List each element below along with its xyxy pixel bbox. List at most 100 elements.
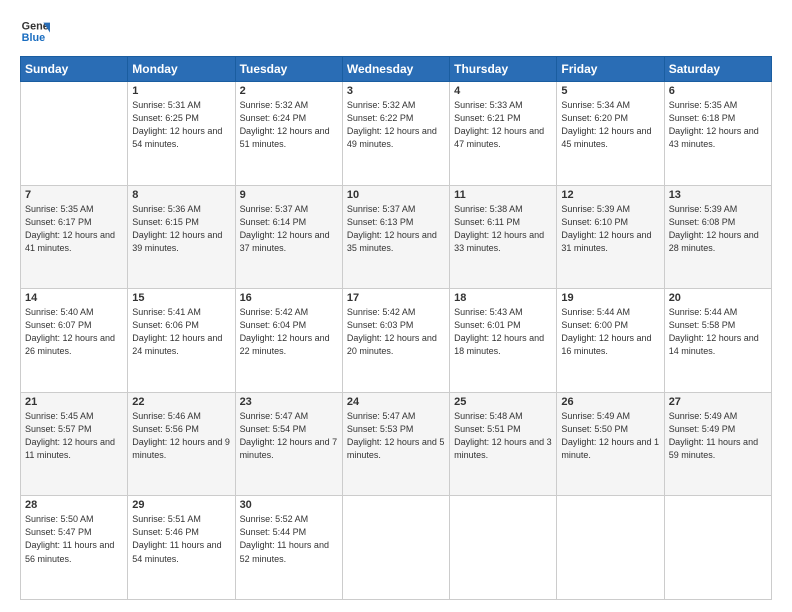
svg-text:Blue: Blue <box>22 32 45 44</box>
day-info: Sunrise: 5:49 AMSunset: 5:49 PMDaylight:… <box>669 410 767 462</box>
day-info: Sunrise: 5:33 AMSunset: 6:21 PMDaylight:… <box>454 99 552 151</box>
day-cell: 18 Sunrise: 5:43 AMSunset: 6:01 PMDayligh… <box>450 289 557 393</box>
weekday-monday: Monday <box>128 57 235 82</box>
day-cell: 7 Sunrise: 5:35 AMSunset: 6:17 PMDaylight… <box>21 185 128 289</box>
day-cell: 15Sunrise: 5:41 AMSunset: 6:06 PMDayligh… <box>128 289 235 393</box>
day-cell <box>664 496 771 600</box>
week-row-3: 14 Sunrise: 5:40 AMSunset: 6:07 PMDayligh… <box>21 289 772 393</box>
day-cell: 25Sunrise: 5:48 AMSunset: 5:51 PMDayligh… <box>450 392 557 496</box>
day-cell <box>342 496 449 600</box>
weekday-tuesday: Tuesday <box>235 57 342 82</box>
day-cell: 27Sunrise: 5:49 AMSunset: 5:49 PMDayligh… <box>664 392 771 496</box>
day-number: 11 <box>454 189 552 201</box>
day-info: Sunrise: 5:47 AMSunset: 5:54 PMDaylight:… <box>240 410 338 462</box>
day-cell: 20Sunrise: 5:44 AMSunset: 5:58 PMDayligh… <box>664 289 771 393</box>
week-row-4: 21 Sunrise: 5:45 AMSunset: 5:57 PMDayligh… <box>21 392 772 496</box>
day-number: 23 <box>240 396 338 408</box>
day-info: Sunrise: 5:48 AMSunset: 5:51 PMDaylight:… <box>454 410 552 462</box>
day-cell: 23 Sunrise: 5:47 AMSunset: 5:54 PMDayligh… <box>235 392 342 496</box>
day-info: Sunrise: 5:42 AMSunset: 6:04 PMDaylight:… <box>240 306 338 358</box>
day-number: 9 <box>240 189 338 201</box>
day-cell: 5Sunrise: 5:34 AMSunset: 6:20 PMDaylight… <box>557 82 664 186</box>
weekday-saturday: Saturday <box>664 57 771 82</box>
day-number: 24 <box>347 396 445 408</box>
day-number: 16 <box>240 292 338 304</box>
calendar-table: SundayMondayTuesdayWednesdayThursdayFrid… <box>20 56 772 600</box>
day-number: 14 <box>25 292 123 304</box>
week-row-2: 7 Sunrise: 5:35 AMSunset: 6:17 PMDaylight… <box>21 185 772 289</box>
page: General Blue SundayMondayTuesdayWednesda… <box>0 0 792 612</box>
day-info: Sunrise: 5:32 AMSunset: 6:22 PMDaylight:… <box>347 99 445 151</box>
day-number: 28 <box>25 499 123 511</box>
day-cell: 13 Sunrise: 5:39 AMSunset: 6:08 PMDayligh… <box>664 185 771 289</box>
day-number: 21 <box>25 396 123 408</box>
day-cell: 9 Sunrise: 5:37 AMSunset: 6:14 PMDaylight… <box>235 185 342 289</box>
day-number: 10 <box>347 189 445 201</box>
day-info: Sunrise: 5:37 AMSunset: 6:14 PMDaylight:… <box>240 203 338 255</box>
day-info: Sunrise: 5:45 AMSunset: 5:57 PMDaylight:… <box>25 410 123 462</box>
day-number: 12 <box>561 189 659 201</box>
weekday-sunday: Sunday <box>21 57 128 82</box>
day-cell: 11 Sunrise: 5:38 AMSunset: 6:11 PMDayligh… <box>450 185 557 289</box>
day-cell: 26 Sunrise: 5:49 AMSunset: 5:50 PMDayligh… <box>557 392 664 496</box>
day-number: 4 <box>454 85 552 97</box>
day-cell: 17 Sunrise: 5:42 AMSunset: 6:03 PMDayligh… <box>342 289 449 393</box>
day-info: Sunrise: 5:51 AMSunset: 5:46 PMDaylight:… <box>132 513 230 565</box>
day-number: 18 <box>454 292 552 304</box>
day-cell: 2 Sunrise: 5:32 AMSunset: 6:24 PMDaylight… <box>235 82 342 186</box>
day-info: Sunrise: 5:43 AMSunset: 6:01 PMDaylight:… <box>454 306 552 358</box>
day-info: Sunrise: 5:40 AMSunset: 6:07 PMDaylight:… <box>25 306 123 358</box>
day-number: 3 <box>347 85 445 97</box>
day-info: Sunrise: 5:49 AMSunset: 5:50 PMDaylight:… <box>561 410 659 462</box>
day-number: 19 <box>561 292 659 304</box>
day-info: Sunrise: 5:39 AMSunset: 6:10 PMDaylight:… <box>561 203 659 255</box>
day-info: Sunrise: 5:37 AMSunset: 6:13 PMDaylight:… <box>347 203 445 255</box>
day-info: Sunrise: 5:42 AMSunset: 6:03 PMDaylight:… <box>347 306 445 358</box>
week-row-5: 28Sunrise: 5:50 AMSunset: 5:47 PMDayligh… <box>21 496 772 600</box>
day-info: Sunrise: 5:32 AMSunset: 6:24 PMDaylight:… <box>240 99 338 151</box>
day-cell: 14 Sunrise: 5:40 AMSunset: 6:07 PMDayligh… <box>21 289 128 393</box>
day-cell: 30 Sunrise: 5:52 AMSunset: 5:44 PMDayligh… <box>235 496 342 600</box>
day-number: 22 <box>132 396 230 408</box>
day-info: Sunrise: 5:39 AMSunset: 6:08 PMDaylight:… <box>669 203 767 255</box>
day-cell: 19 Sunrise: 5:44 AMSunset: 6:00 PMDayligh… <box>557 289 664 393</box>
day-info: Sunrise: 5:34 AMSunset: 6:20 PMDaylight:… <box>561 99 659 151</box>
day-info: Sunrise: 5:35 AMSunset: 6:18 PMDaylight:… <box>669 99 767 151</box>
day-info: Sunrise: 5:47 AMSunset: 5:53 PMDaylight:… <box>347 410 445 462</box>
weekday-header-row: SundayMondayTuesdayWednesdayThursdayFrid… <box>21 57 772 82</box>
day-cell: 16 Sunrise: 5:42 AMSunset: 6:04 PMDayligh… <box>235 289 342 393</box>
day-number: 13 <box>669 189 767 201</box>
day-cell: 28Sunrise: 5:50 AMSunset: 5:47 PMDayligh… <box>21 496 128 600</box>
day-number: 29 <box>132 499 230 511</box>
header: General Blue <box>20 16 772 46</box>
day-info: Sunrise: 5:38 AMSunset: 6:11 PMDaylight:… <box>454 203 552 255</box>
day-cell: 24 Sunrise: 5:47 AMSunset: 5:53 PMDayligh… <box>342 392 449 496</box>
day-info: Sunrise: 5:52 AMSunset: 5:44 PMDaylight:… <box>240 513 338 565</box>
day-cell: 1Sunrise: 5:31 AMSunset: 6:25 PMDaylight… <box>128 82 235 186</box>
day-info: Sunrise: 5:35 AMSunset: 6:17 PMDaylight:… <box>25 203 123 255</box>
day-number: 30 <box>240 499 338 511</box>
day-info: Sunrise: 5:41 AMSunset: 6:06 PMDaylight:… <box>132 306 230 358</box>
weekday-friday: Friday <box>557 57 664 82</box>
day-number: 26 <box>561 396 659 408</box>
day-cell: 22 Sunrise: 5:46 AMSunset: 5:56 PMDayligh… <box>128 392 235 496</box>
day-number: 6 <box>669 85 767 97</box>
day-info: Sunrise: 5:36 AMSunset: 6:15 PMDaylight:… <box>132 203 230 255</box>
day-cell: 29 Sunrise: 5:51 AMSunset: 5:46 PMDayligh… <box>128 496 235 600</box>
weekday-thursday: Thursday <box>450 57 557 82</box>
logo-icon: General Blue <box>20 16 50 46</box>
day-cell: 6 Sunrise: 5:35 AMSunset: 6:18 PMDaylight… <box>664 82 771 186</box>
day-cell: 3 Sunrise: 5:32 AMSunset: 6:22 PMDaylight… <box>342 82 449 186</box>
day-number: 1 <box>132 85 230 97</box>
day-number: 2 <box>240 85 338 97</box>
day-info: Sunrise: 5:44 AMSunset: 5:58 PMDaylight:… <box>669 306 767 358</box>
day-cell: 21 Sunrise: 5:45 AMSunset: 5:57 PMDayligh… <box>21 392 128 496</box>
day-number: 17 <box>347 292 445 304</box>
svg-text:General: General <box>22 20 50 32</box>
day-info: Sunrise: 5:46 AMSunset: 5:56 PMDaylight:… <box>132 410 230 462</box>
day-number: 7 <box>25 189 123 201</box>
day-number: 8 <box>132 189 230 201</box>
day-cell <box>557 496 664 600</box>
day-cell: 4 Sunrise: 5:33 AMSunset: 6:21 PMDaylight… <box>450 82 557 186</box>
day-info: Sunrise: 5:44 AMSunset: 6:00 PMDaylight:… <box>561 306 659 358</box>
